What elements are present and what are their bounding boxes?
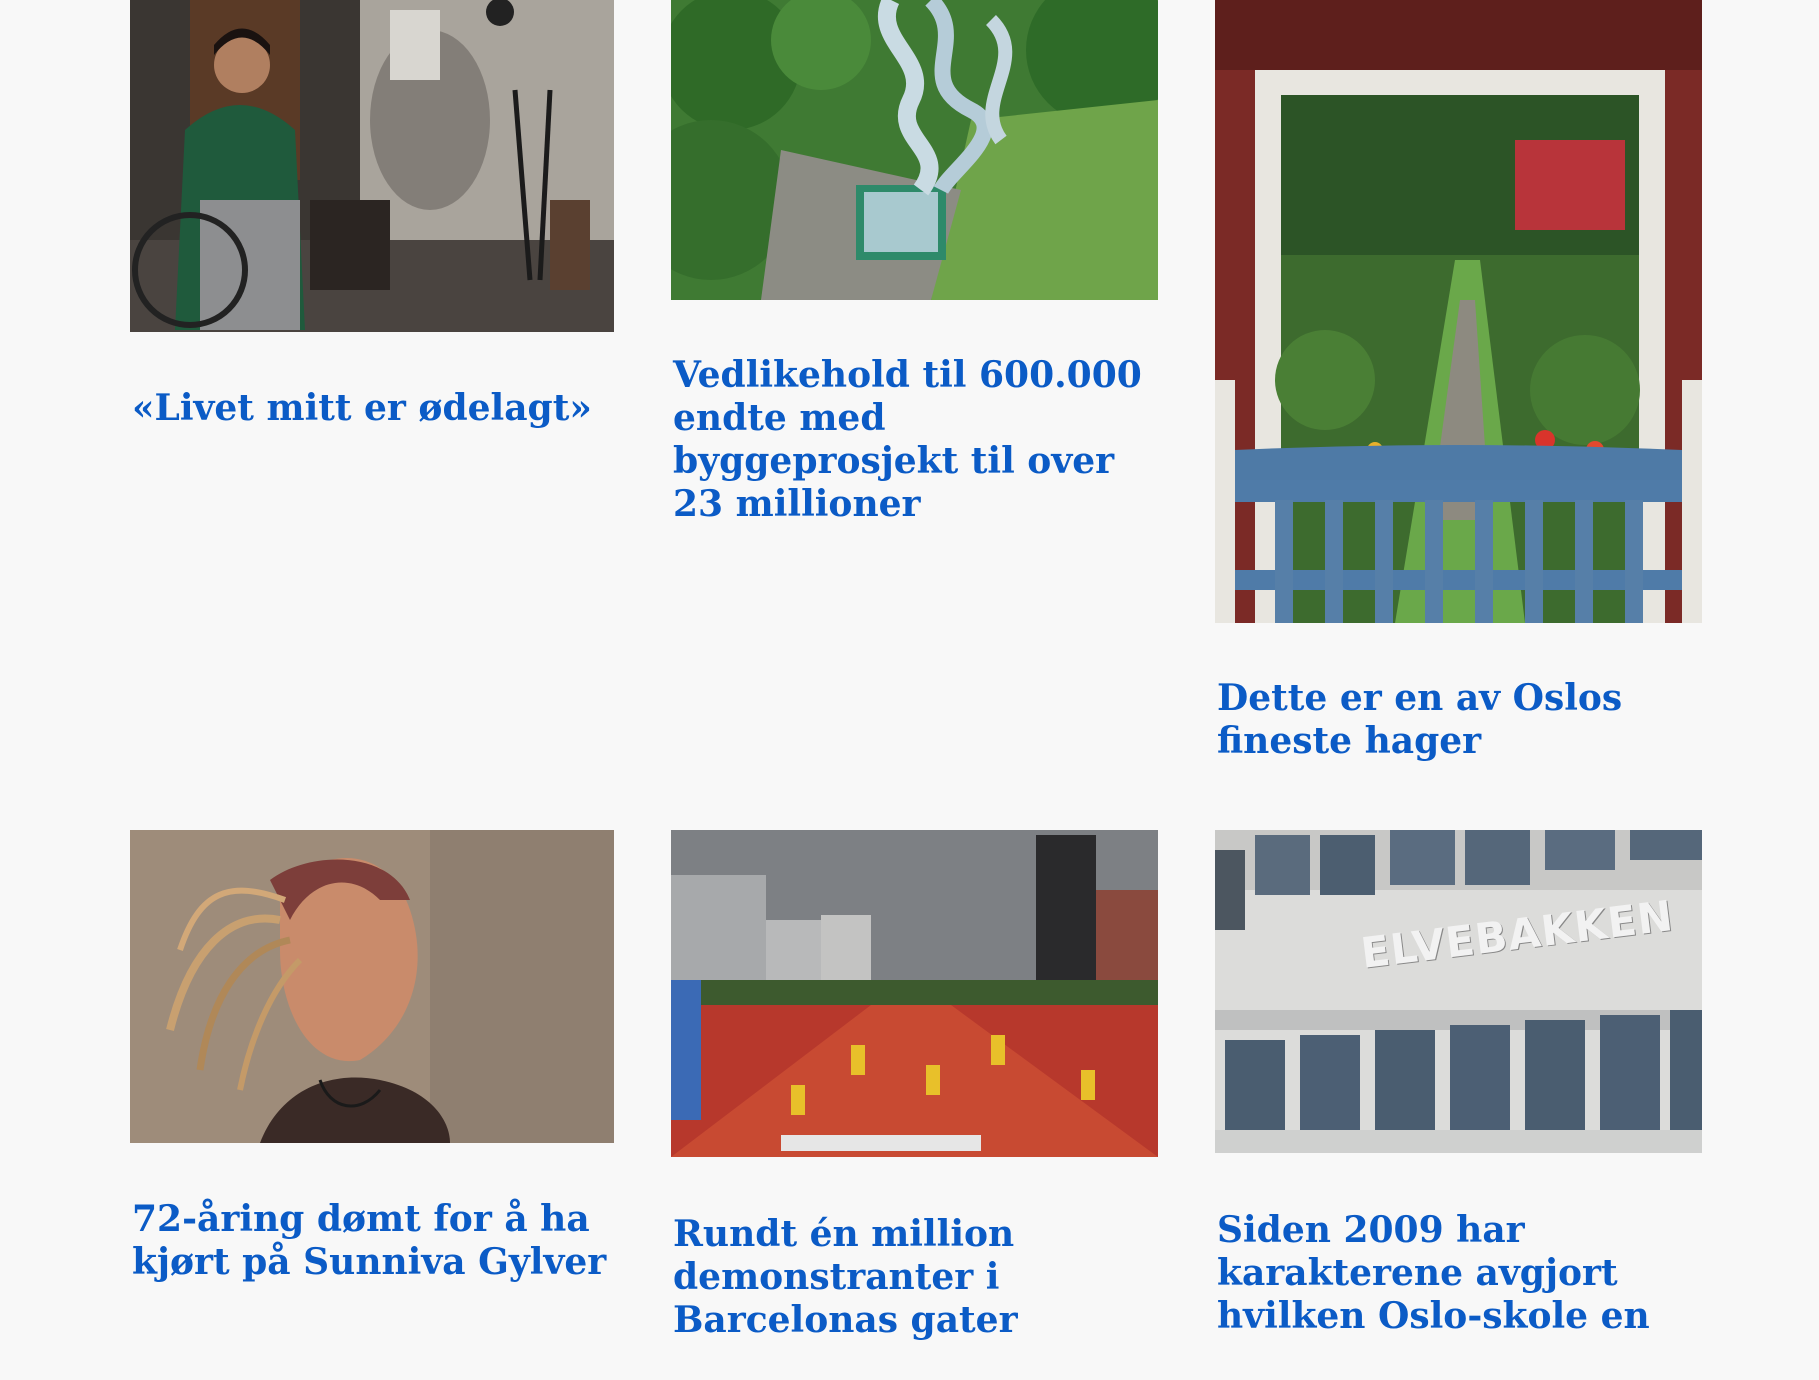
article-image[interactable]	[130, 0, 614, 332]
article-headline[interactable]: «Livet mitt er ødelagt»	[130, 387, 614, 430]
article-headline[interactable]: Vedlikehold til 600.000 endte med byggep…	[671, 354, 1158, 526]
article-card[interactable]: Rundt én million demonstranter i Barcelo…	[671, 830, 1158, 1342]
elvebakken-school-photo	[1215, 830, 1702, 1153]
garden-gate-photo	[1215, 0, 1702, 623]
article-card[interactable]: 72-åring dømt for å ha kjørt på Sunniva …	[130, 830, 614, 1342]
article-headline[interactable]: Dette er en av Oslos fineste hager	[1215, 677, 1702, 763]
article-image[interactable]	[130, 830, 614, 1143]
article-card[interactable]: Dette er en av Oslos fineste hager	[1215, 0, 1702, 763]
article-image[interactable]	[671, 830, 1158, 1157]
article-headline[interactable]: 72-åring dømt for å ha kjørt på Sunniva …	[130, 1198, 614, 1284]
article-card[interactable]: ELVEBAKKEN Siden 2009 har karakterene av…	[1215, 830, 1702, 1342]
article-headline[interactable]: Rundt én million demonstranter i Barcelo…	[671, 1213, 1158, 1342]
article-grid: «Livet mitt er ødelagt» Vedlikehold til …	[130, 0, 1702, 1342]
water-slide-aerial-photo	[671, 0, 1158, 300]
barcelona-crowd-photo	[671, 830, 1158, 1157]
article-image[interactable]	[671, 0, 1158, 300]
article-headline[interactable]: Siden 2009 har karakterene avgjort hvilk…	[1215, 1209, 1702, 1338]
article-card[interactable]: «Livet mitt er ødelagt»	[130, 0, 614, 763]
article-card[interactable]: Vedlikehold til 600.000 endte med byggep…	[671, 0, 1158, 763]
article-image[interactable]: ELVEBAKKEN	[1215, 830, 1702, 1153]
woman-portrait-photo	[130, 830, 614, 1143]
man-in-wheelchair-photo	[130, 0, 614, 332]
article-image[interactable]	[1215, 0, 1702, 623]
